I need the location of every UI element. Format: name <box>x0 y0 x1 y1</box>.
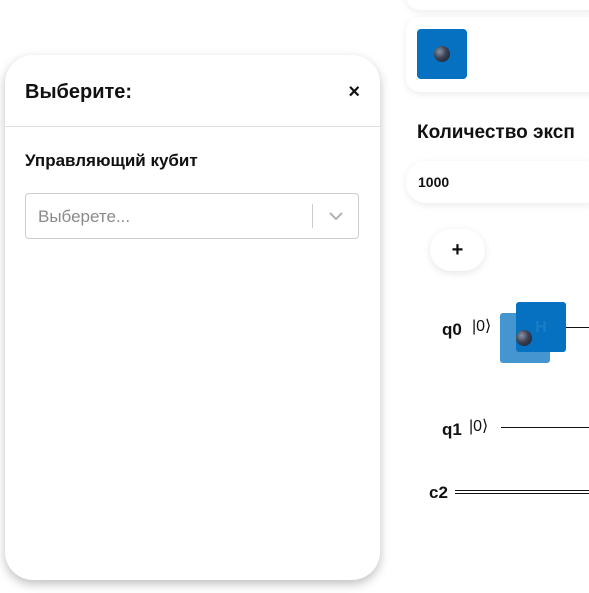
select-placeholder: Выберете... <box>38 207 131 226</box>
close-button[interactable]: × <box>348 81 360 103</box>
wire-init-q1: |0⟩ <box>469 418 489 435</box>
select-control-qubit-modal: Выберите: × Управляющий кубит Выберете..… <box>5 55 380 580</box>
wire-label-c2: c2 <box>429 483 448 502</box>
measure-gate-button[interactable] <box>417 29 467 79</box>
modal-divider <box>5 126 380 127</box>
dragged-measure-gate[interactable] <box>500 313 550 363</box>
wire-label-q0: q0 <box>442 320 462 339</box>
palette-card-top <box>406 0 589 10</box>
wire-label-q1: q1 <box>442 420 462 439</box>
chevron-down-icon[interactable] <box>328 208 344 224</box>
wire-init-q0: |0⟩ <box>472 318 492 335</box>
shots-input[interactable]: 1000 <box>406 161 589 203</box>
wire-q0 <box>566 327 589 328</box>
control-qubit-select[interactable]: Выберете... <box>25 193 359 239</box>
classical-wire-c2 <box>455 490 589 494</box>
select-separator <box>312 204 313 228</box>
control-qubit-label: Управляющий кубит <box>25 151 198 170</box>
gate-palette-card <box>406 17 589 92</box>
measure-icon <box>516 330 532 346</box>
shots-label: Количество эксп <box>417 122 575 143</box>
add-qubit-button[interactable]: + <box>430 229 485 271</box>
wire-q1 <box>501 427 589 428</box>
modal-title: Выберите: <box>25 81 133 103</box>
measure-icon <box>434 46 450 62</box>
